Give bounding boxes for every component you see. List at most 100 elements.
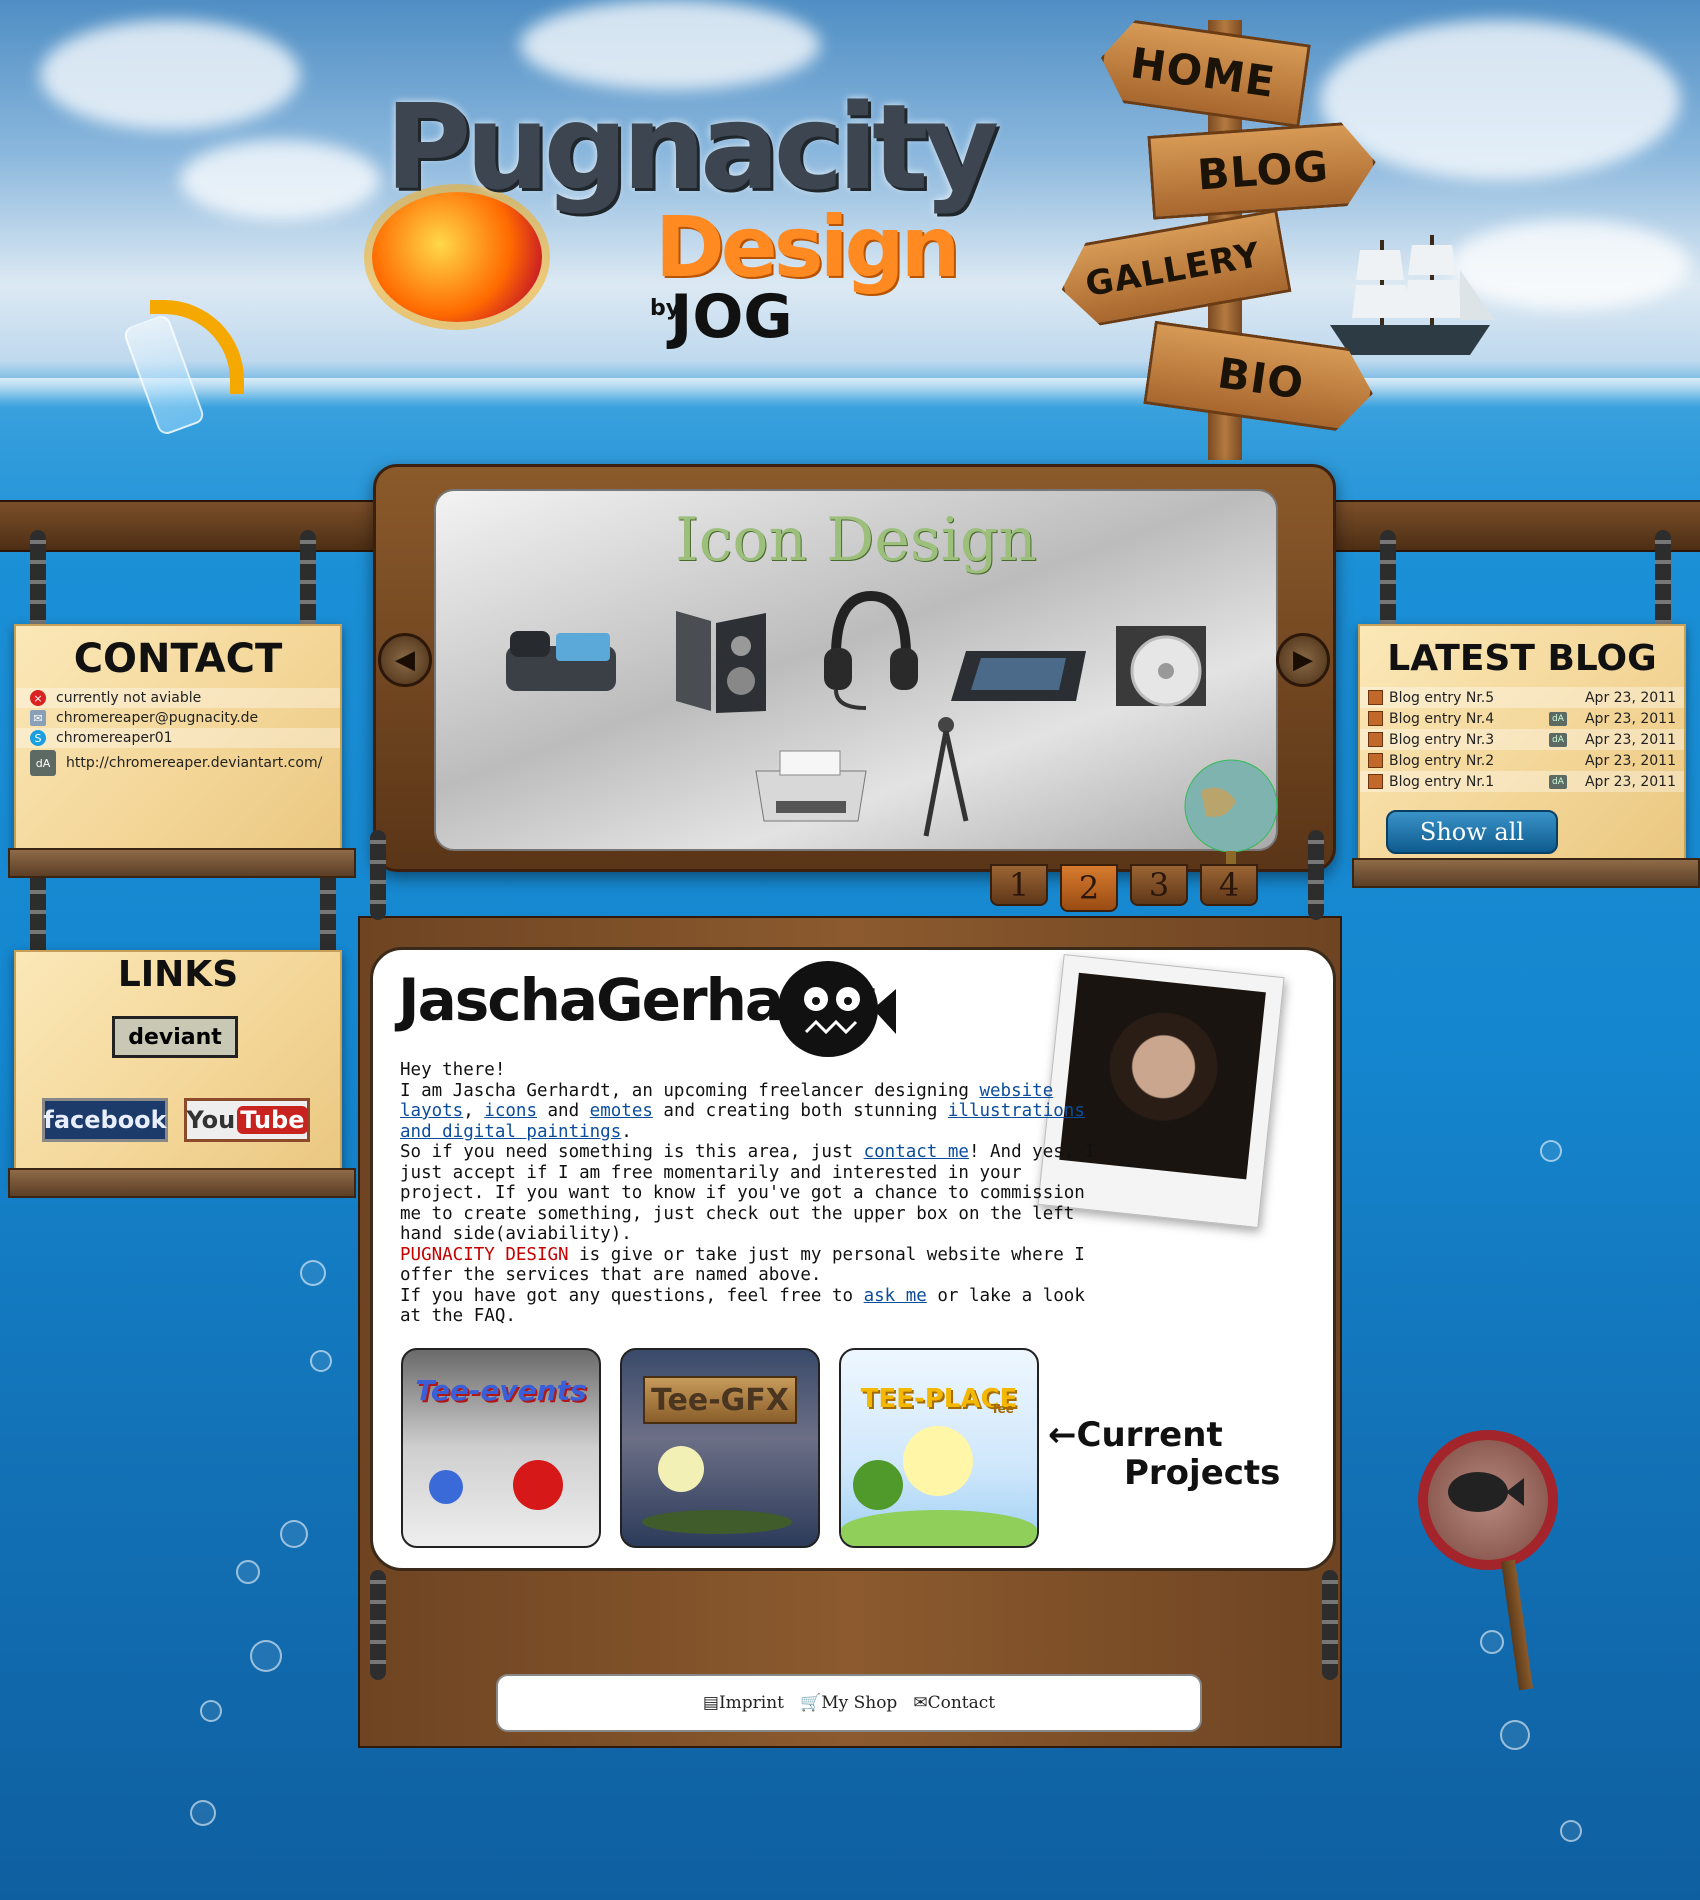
- youtube-link-sign[interactable]: You Tube: [184, 1098, 310, 1142]
- slider-page-button[interactable]: 4: [1200, 864, 1258, 906]
- blog-entry-title[interactable]: Blog entry Nr.3: [1389, 732, 1549, 748]
- bubble: [310, 1350, 332, 1372]
- footer-imprint-label: Imprint: [718, 1693, 785, 1713]
- footer-shop-link[interactable]: 🛒My Shop: [800, 1693, 897, 1713]
- mascot-fish-icon: [778, 961, 896, 1057]
- ask-me-link[interactable]: ask me: [864, 1286, 927, 1306]
- emotes-link[interactable]: emotes: [590, 1101, 653, 1121]
- bio-paragraph-1: I am Jascha Gerhardt, an upcoming freela…: [400, 1081, 1100, 1143]
- bubble: [190, 1800, 216, 1826]
- chain: [1322, 1570, 1338, 1680]
- show-all-button[interactable]: Show all: [1386, 810, 1558, 854]
- contact-row-deviantart[interactable]: dA http://chromereaper.deviantart.com/: [16, 748, 340, 778]
- blog-entry-title[interactable]: Blog entry Nr.5: [1389, 690, 1585, 706]
- slider-page-button[interactable]: 3: [1130, 864, 1188, 906]
- grass-hill: [841, 1510, 1037, 1546]
- contact-status-text: currently not aviable: [56, 690, 202, 706]
- links-title: LINKS: [117, 954, 239, 995]
- footer-contact-label: Contact: [927, 1693, 996, 1713]
- blog-entry[interactable]: Blog entry Nr.4 dA Apr 23, 2011: [1360, 708, 1684, 729]
- project-tee-place[interactable]: TEE-PLACE Tee: [839, 1348, 1039, 1548]
- cloud: [1320, 20, 1680, 180]
- bubble: [236, 1560, 260, 1584]
- blog-entry[interactable]: Blog entry Nr.3 dA Apr 23, 2011: [1360, 729, 1684, 750]
- slider-page-button-active[interactable]: 2: [1060, 864, 1118, 912]
- headset-icon[interactable]: [816, 586, 926, 716]
- wooden-beam: [0, 500, 380, 552]
- slider-next-button[interactable]: ▶: [1276, 633, 1330, 687]
- island-icon: [642, 1510, 792, 1534]
- slider-page-button[interactable]: 1: [990, 864, 1048, 906]
- contact-title: CONTACT: [73, 636, 283, 682]
- blog-entry-title[interactable]: Blog entry Nr.4: [1389, 711, 1549, 727]
- skype-icon: S: [30, 730, 46, 746]
- chain: [1308, 830, 1324, 920]
- bio-text-span: So if you need something is this area, j…: [400, 1142, 864, 1162]
- blog-entry-date: Apr 23, 2011: [1584, 773, 1676, 790]
- nav-bio-label: BIO: [1214, 347, 1308, 409]
- blog-book-icon: [1368, 774, 1383, 789]
- wooden-beam: [1320, 500, 1700, 552]
- blog-entry-title[interactable]: Blog entry Nr.2: [1389, 753, 1585, 769]
- site-logo-title[interactable]: Pugnacity: [385, 78, 999, 216]
- contact-deviantart-text[interactable]: http://chromereaper.deviantart.com/: [66, 755, 322, 771]
- speakers-icon[interactable]: [666, 601, 776, 721]
- project-tee-events[interactable]: Tee-events: [401, 1348, 601, 1548]
- nav-blog-label: BLOG: [1195, 140, 1331, 200]
- bio-text-span: and creating both stunning: [652, 1101, 948, 1121]
- cloud: [180, 140, 380, 220]
- project-tee-gfx[interactable]: Tee-GFX: [620, 1348, 820, 1548]
- footer-imprint-link[interactable]: ▤Imprint: [703, 1693, 784, 1713]
- bubble: [1480, 1630, 1504, 1654]
- footer-contact-link[interactable]: ✉Contact: [913, 1693, 995, 1713]
- blog-entry-title[interactable]: Blog entry Nr.1: [1389, 774, 1549, 790]
- contact-row-skype[interactable]: S chromereaper01: [16, 728, 340, 748]
- bio-text-span: If you have got any questions, feel free…: [400, 1285, 864, 1306]
- blog-entry-date: Apr 23, 2011: [1584, 689, 1676, 706]
- telephone-icon[interactable]: [496, 621, 626, 701]
- blog-entry[interactable]: Blog entry Nr.1 dA Apr 23, 2011: [1360, 771, 1684, 792]
- tee-character-icon: [429, 1470, 463, 1504]
- chain: [370, 830, 386, 920]
- nav-blog-sign[interactable]: BLOG: [1147, 120, 1378, 220]
- contact-row-email[interactable]: ✉ chromereaper@pugnacity.de: [16, 708, 340, 728]
- blog-book-icon: [1368, 732, 1383, 747]
- current-projects-line-2: Projects: [1124, 1453, 1281, 1493]
- facebook-link-sign[interactable]: facebook: [42, 1098, 168, 1142]
- blog-entry[interactable]: Blog entry Nr.2 Apr 23, 2011: [1360, 750, 1684, 771]
- slider-prev-button[interactable]: ◀: [378, 633, 432, 687]
- compass-tool-icon[interactable]: [916, 711, 976, 841]
- nav-home-label: HOME: [1127, 37, 1279, 107]
- graphics-tablet-icon[interactable]: [946, 646, 1096, 706]
- blog-entry[interactable]: Blog entry Nr.5 Apr 23, 2011: [1360, 687, 1684, 708]
- youtube-label-you: You: [186, 1106, 236, 1134]
- latest-blog-panel: LATEST BLOG Blog entry Nr.5 Apr 23, 2011 …: [1358, 624, 1686, 868]
- bubble: [1560, 1820, 1582, 1842]
- deviantart-icon: dA: [1548, 774, 1567, 789]
- cloud: [40, 20, 300, 130]
- project-title: Tee-events: [415, 1374, 587, 1407]
- contact-me-link[interactable]: contact me: [864, 1142, 969, 1162]
- bubble: [280, 1520, 308, 1548]
- water-surface: [0, 378, 1700, 408]
- contact-row-status: × currently not aviable: [16, 688, 340, 708]
- tree-icon: [853, 1460, 903, 1510]
- printer-icon[interactable]: [746, 741, 876, 831]
- nav-home-sign[interactable]: HOME: [1095, 16, 1311, 128]
- plank: [8, 848, 356, 878]
- contact-skype-text[interactable]: chromereaper01: [56, 730, 173, 746]
- contact-email-text[interactable]: chromereaper@pugnacity.de: [56, 710, 258, 726]
- youtube-label-tube: Tube: [237, 1106, 308, 1134]
- cd-case-icon[interactable]: [1106, 621, 1216, 721]
- sailing-ship-icon: [1330, 235, 1495, 355]
- deviantart-icon: dA: [1548, 711, 1567, 726]
- icons-link[interactable]: icons: [484, 1101, 537, 1121]
- status-offline-icon: ×: [30, 690, 46, 706]
- bio-paragraph-3: PUGNACITY DESIGN is give or take just my…: [400, 1245, 1100, 1286]
- deviantart-link-sign[interactable]: deviant: [112, 1016, 238, 1058]
- bubble: [250, 1640, 282, 1672]
- nav-gallery-sign[interactable]: GALLERY: [1054, 209, 1291, 331]
- bubble: [1500, 1720, 1530, 1750]
- piranha-icon: [1448, 1472, 1524, 1512]
- document-icon: ▤: [702, 1693, 719, 1713]
